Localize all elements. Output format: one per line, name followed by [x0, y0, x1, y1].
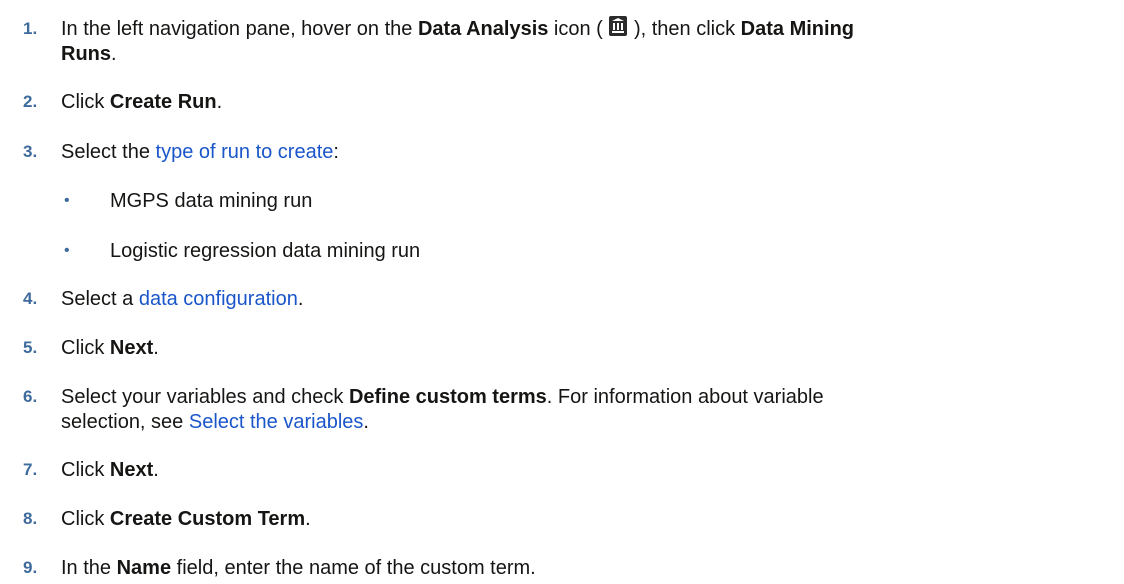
select-variables-link[interactable]: Select the variables — [189, 411, 364, 433]
run-type-label: Logistic regression data mining run — [110, 240, 421, 262]
step-text: Select the type of run to create: — [61, 141, 339, 163]
step-number: 2. — [23, 92, 38, 111]
step-number: 7. — [23, 460, 38, 479]
step-number: 4. — [23, 289, 38, 308]
step-text: Select your variables and check Define c… — [61, 386, 824, 408]
data-analysis-label: Data Analysis — [417, 18, 549, 40]
step-number: 3. — [23, 142, 38, 161]
step-text: Click Next. — [61, 337, 159, 359]
create-run-label: Create Run — [109, 91, 217, 113]
type-of-run-link[interactable]: type of run to create — [156, 141, 334, 163]
run-type-label: MGPS data mining run — [110, 190, 313, 212]
data-analysis-icon — [609, 16, 628, 36]
step-number: 8. — [23, 509, 38, 528]
data-mining-label: Data Mining — [740, 18, 855, 40]
step-number: 1. — [23, 19, 38, 38]
define-custom-terms-label: Define custom terms — [348, 386, 547, 408]
runs-label: Runs — [61, 43, 111, 65]
step-text: Select a data configuration. — [61, 288, 304, 310]
next-label: Next — [109, 337, 154, 359]
data-configuration-link[interactable]: data configuration — [139, 288, 298, 310]
create-custom-term-label: Create Custom Term — [109, 508, 306, 530]
step-number: 6. — [23, 387, 38, 406]
step-text: In the Name field, enter the name of the… — [61, 557, 536, 579]
step-text: Click Create Run. — [61, 91, 223, 113]
step-text: Click Create Custom Term. — [61, 508, 311, 530]
step-text: In the left navigation pane, hover on th… — [61, 15, 1111, 43]
step-number: 5. — [23, 338, 38, 357]
bullet-icon: • — [64, 242, 70, 259]
step-number: 9. — [23, 558, 38, 577]
bullet-icon: • — [64, 192, 70, 209]
next-label: Next — [109, 459, 154, 481]
step-text: Click Next. — [61, 459, 159, 481]
name-field-label: Name — [116, 557, 172, 579]
